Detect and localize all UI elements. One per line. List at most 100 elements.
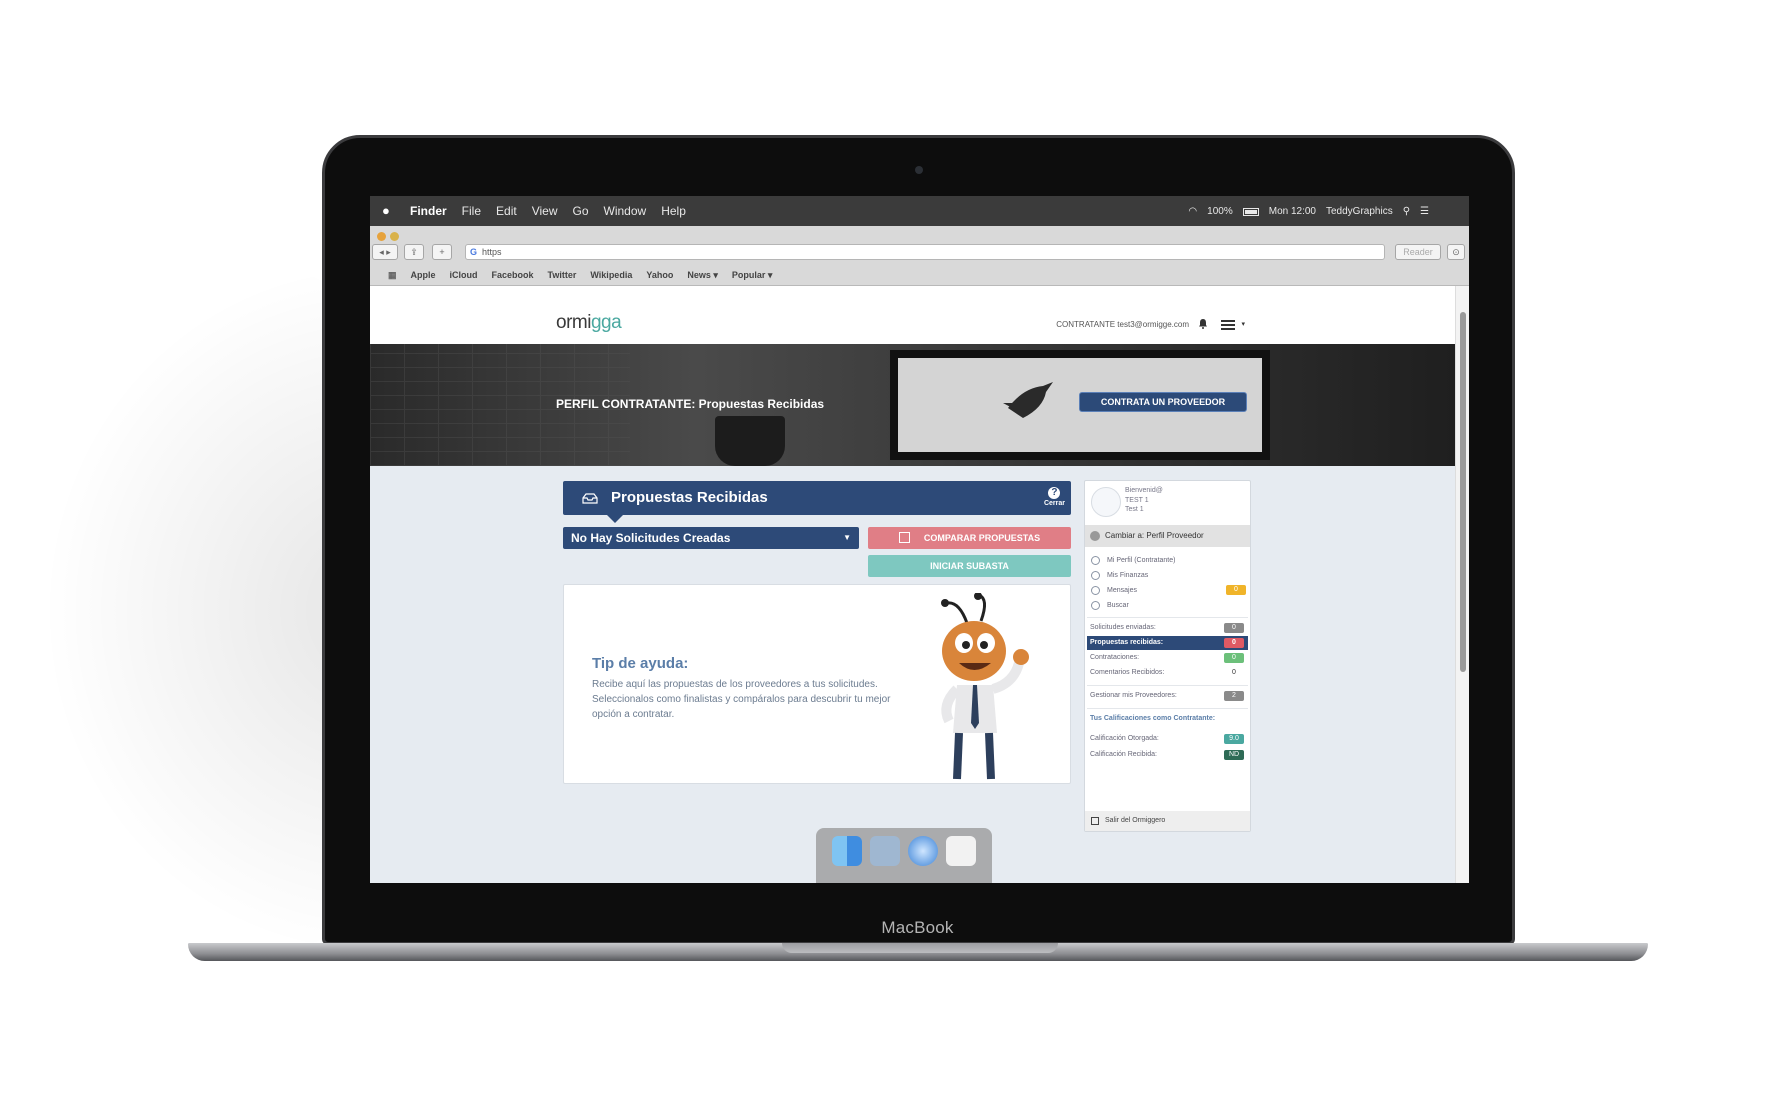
menubar-status: ◠ 100% Mon 12:00 TeddyGraphics ⚲ ☰ (1178, 196, 1429, 226)
requests-select[interactable]: No Hay Solicitudes Creadas ▼ (563, 527, 859, 549)
menu-window[interactable]: Window (604, 204, 647, 218)
menu-edit[interactable]: Edit (496, 204, 517, 218)
url-bar[interactable]: G https (465, 244, 1385, 260)
switch-icon (1090, 531, 1100, 541)
rating-given: Calificación Otorgada: 9.0 (1087, 732, 1248, 746)
hamburger-menu-icon[interactable] (1221, 320, 1235, 330)
divider (1087, 617, 1248, 618)
bookmark-icloud[interactable]: iCloud (450, 270, 478, 280)
bookmark-news[interactable]: News ▾ (687, 270, 718, 281)
reader-button[interactable]: Reader (1395, 244, 1441, 260)
website: ormigga CONTRATANTE test3@ormigge.com ▾ (370, 286, 1455, 883)
compare-proposals-button[interactable]: COMPARAR PROPUESTAS (868, 527, 1071, 549)
sidebar-item-search[interactable]: Buscar (1085, 598, 1250, 613)
start-auction-button[interactable]: INICIAR SUBASTA (868, 555, 1071, 577)
ratings-title: Tus Calificaciones como Contratante: (1090, 715, 1216, 722)
wifi-icon[interactable]: ◠ (1188, 206, 1197, 217)
sidebar-item-profile[interactable]: Mi Perfil (Contratante) (1085, 553, 1250, 568)
hero-banner: PERFIL CONTRATANTE: Propuestas Recibidas… (370, 344, 1455, 466)
profile-sidebar: Bienvenid@ TEST 1 Test 1 Cambiar a: Perf… (1084, 480, 1251, 832)
back-forward-button[interactable]: ◂ ▸ (372, 244, 398, 260)
menu-app[interactable]: Finder (410, 204, 447, 218)
sidebar-item-label: Mi Perfil (Contratante) (1107, 557, 1176, 564)
rating-label: Calificación Otorgada: (1090, 735, 1159, 742)
stat-badge: 0 (1224, 668, 1244, 678)
search-icon (1091, 601, 1100, 610)
chevron-down-icon: ▼ (843, 533, 851, 542)
user-role: CONTRATANTE (1056, 320, 1116, 329)
bookmark-wikipedia[interactable]: Wikipedia (590, 270, 632, 280)
browser-toolbar: ◂ ▸ ⇪ + G https Reader ⊙ (370, 244, 1469, 264)
downloads-icon[interactable]: ⊙ (1447, 244, 1465, 260)
logout-button[interactable]: Salir del Ormiggero (1085, 811, 1250, 831)
grid-icon[interactable]: ▦ (388, 270, 397, 281)
battery-icon[interactable] (1242, 208, 1259, 216)
sidebar-item-messages[interactable]: Mensajes 0 (1085, 583, 1250, 598)
add-tab-icon[interactable]: + (432, 244, 452, 260)
menu-go[interactable]: Go (573, 204, 589, 218)
compare-proposals-label: COMPARAR PROPUESTAS (923, 533, 1041, 543)
menu-help[interactable]: Help (661, 204, 686, 218)
mail-icon[interactable] (870, 836, 900, 866)
user-email: test3@ormigge.com (1117, 320, 1189, 329)
spotlight-icon[interactable]: ⚲ (1403, 206, 1410, 217)
menu-view[interactable]: View (532, 204, 558, 218)
stat-requests-sent[interactable]: Solicitudes enviadas: 0 (1087, 621, 1248, 635)
inbox-icon (582, 493, 598, 504)
mac-menubar: ● Finder File Edit View Go Window Help ◠… (370, 196, 1469, 226)
compare-icon (898, 532, 910, 543)
window-minimize-button[interactable] (390, 232, 399, 241)
panel-title: Propuestas Recibidas (611, 489, 768, 506)
tip-card: Tip de ayuda: Recibe aquí las propuestas… (563, 584, 1071, 784)
avatar[interactable] (1091, 487, 1121, 517)
banner-title: PERFIL CONTRATANTE: Propuestas Recibidas (556, 397, 825, 411)
menu-file[interactable]: File (462, 204, 481, 218)
stat-hirings[interactable]: Contrataciones: 0 (1087, 651, 1248, 665)
ant-mascot-image (941, 593, 1029, 780)
stat-label: Propuestas recibidas: (1090, 639, 1164, 646)
window-close-button[interactable] (377, 232, 386, 241)
rating-received: Calificación Recibida: ND (1087, 748, 1248, 762)
sidebar-item-label: Mis Finanzas (1107, 572, 1149, 579)
messages-badge: 0 (1226, 585, 1246, 595)
sidebar-item-finances[interactable]: Mis Finanzas (1085, 568, 1250, 583)
camera (915, 166, 923, 174)
manage-providers[interactable]: Gestionar mis Proveedores: 2 (1087, 689, 1248, 703)
share-icon[interactable]: ⇪ (404, 244, 424, 260)
finder-icon[interactable] (832, 836, 862, 866)
chevron-down-icon[interactable]: ▾ (1241, 320, 1245, 328)
user-name[interactable]: TeddyGraphics (1326, 206, 1393, 217)
page-scrollbar[interactable] (1455, 286, 1469, 883)
switch-profile-button[interactable]: Cambiar a: Perfil Proveedor (1085, 525, 1250, 547)
safari-icon[interactable] (908, 836, 938, 866)
bookmark-yahoo[interactable]: Yahoo (646, 270, 673, 280)
clock[interactable]: Mon 12:00 (1269, 206, 1316, 217)
user-info[interactable]: CONTRATANTE test3@ormigge.com (1056, 320, 1189, 329)
manage-providers-label: Gestionar mis Proveedores: (1090, 692, 1177, 699)
bookmark-popular[interactable]: Popular ▾ (732, 270, 773, 281)
bookmark-facebook[interactable]: Facebook (492, 270, 534, 280)
apple-icon[interactable]: ● (382, 204, 396, 218)
stat-proposals-received[interactable]: Propuestas recibidas: 0 (1087, 636, 1248, 650)
bell-icon[interactable] (1198, 318, 1208, 329)
url-text: https (482, 247, 502, 257)
bird-logo-image (1003, 382, 1053, 418)
switch-profile-label: Cambiar a: Perfil Proveedor (1105, 531, 1204, 540)
stat-comments-received[interactable]: Comentarios Recibidos: 0 (1087, 666, 1248, 680)
app-icon[interactable] (946, 836, 976, 866)
notification-center-icon[interactable]: ☰ (1420, 206, 1429, 217)
hire-provider-button[interactable]: CONTRATA UN PROVEEDOR (1079, 392, 1247, 412)
bookmark-twitter[interactable]: Twitter (548, 270, 577, 280)
rating-label: Calificación Recibida: (1090, 751, 1157, 758)
panel-pointer (607, 515, 623, 523)
user-name-1: TEST 1 (1125, 497, 1149, 504)
help-close-button[interactable]: ? Cerrar (1044, 487, 1065, 507)
scrollbar-thumb[interactable] (1460, 312, 1466, 672)
bookmark-apple[interactable]: Apple (411, 270, 436, 280)
stage: ● Finder File Edit View Go Window Help ◠… (0, 0, 1775, 1097)
divider (1087, 685, 1248, 686)
sidebar-item-label: Mensajes (1107, 587, 1137, 594)
rating-badge: ND (1224, 750, 1244, 760)
site-logo[interactable]: ormigga (556, 312, 622, 334)
stat-label: Solicitudes enviadas: (1090, 624, 1156, 631)
